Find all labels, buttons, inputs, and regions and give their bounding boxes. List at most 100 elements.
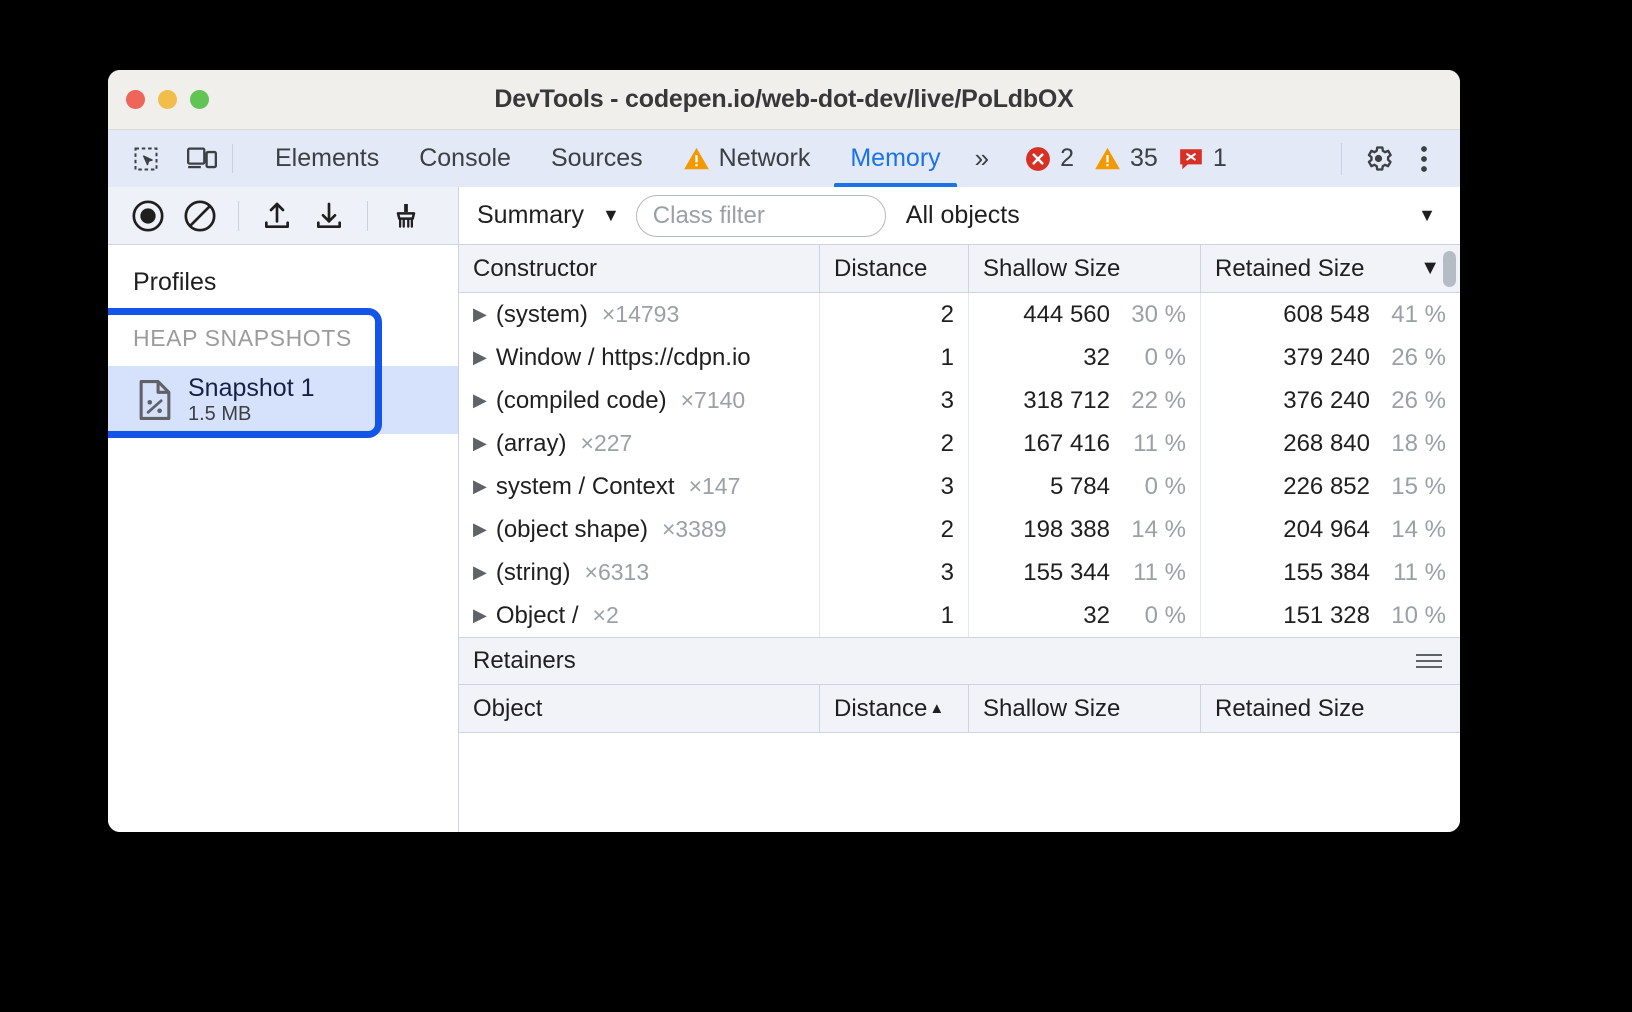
tab-network[interactable]: Network (663, 130, 831, 187)
window-titlebar: DevTools - codepen.io/web-dot-dev/live/P… (108, 70, 1460, 130)
sort-ascending-icon: ▲ (929, 700, 944, 717)
retained-size-percent: 11 % (1384, 559, 1446, 587)
tabbar-divider (232, 144, 233, 173)
expand-triangle-icon[interactable]: ▶ (473, 562, 487, 583)
cell-constructor: ▶ (array) ×227 (459, 422, 820, 465)
retained-size-value: 608 548 (1283, 301, 1370, 329)
class-filter-input[interactable] (636, 195, 886, 237)
retained-size-percent: 41 % (1384, 301, 1446, 329)
shallow-size-value: 444 560 (1023, 301, 1110, 329)
table-row[interactable]: ▶ system / Context ×147 3 5 784 0 % 226 … (459, 465, 1460, 508)
record-heap-snapshot-button[interactable] (124, 192, 172, 240)
cell-constructor: ▶ system / Context ×147 (459, 465, 820, 508)
inspect-element-icon[interactable] (126, 139, 166, 179)
issues-counter[interactable]: 1 (1172, 144, 1233, 173)
retained-size-percent: 26 % (1384, 387, 1446, 415)
hamburger-menu-icon[interactable] (1416, 654, 1442, 668)
tabbar-left-icons (108, 130, 222, 187)
issues-count: 1 (1213, 144, 1227, 173)
column-header-constructor[interactable]: Constructor (459, 245, 820, 292)
error-count: 2 (1060, 144, 1074, 173)
heap-snapshots-section-header: HEAP SNAPSHOTS (108, 297, 458, 352)
table-row[interactable]: ▶ (array) ×227 2 167 416 11 % 268 840 18… (459, 422, 1460, 465)
console-message-icon (1178, 146, 1204, 172)
table-row[interactable]: ▶ (object shape) ×3389 2 198 388 14 % 20… (459, 508, 1460, 551)
expand-triangle-icon[interactable]: ▶ (473, 304, 487, 325)
snapshot-size: 1.5 MB (188, 403, 315, 426)
column-header-object[interactable]: Object (459, 685, 820, 732)
panel-tabs: Elements Console Sources Network (255, 130, 961, 187)
expand-triangle-icon[interactable]: ▶ (473, 390, 487, 411)
column-header-retained-size[interactable]: Retained Size ▼ (1201, 245, 1460, 292)
cell-retained-size: 151 328 10 % (1201, 594, 1460, 637)
retained-size-value: 268 840 (1283, 430, 1370, 458)
tab-sources[interactable]: Sources (531, 130, 663, 187)
view-select-label[interactable]: Summary (477, 201, 584, 230)
column-header-retainer-retained-size[interactable]: Retained Size (1201, 685, 1460, 732)
shallow-size-percent: 14 % (1124, 516, 1186, 544)
vertical-scrollbar[interactable] (1443, 251, 1456, 287)
retained-size-percent: 14 % (1384, 516, 1446, 544)
constructors-grid-header: Constructor Distance Shallow Size Retain… (459, 245, 1460, 293)
device-toolbar-icon[interactable] (182, 139, 222, 179)
more-tabs-chevron-icon[interactable]: » (961, 130, 1003, 187)
sort-descending-icon: ▼ (1420, 257, 1440, 280)
error-counter[interactable]: 2 (1019, 144, 1080, 173)
expand-triangle-icon[interactable]: ▶ (473, 605, 487, 626)
constructor-count: ×7140 (681, 387, 746, 414)
retainers-title: Retainers (473, 647, 576, 675)
cell-retained-size: 155 384 11 % (1201, 551, 1460, 594)
tab-memory[interactable]: Memory (830, 130, 960, 187)
chevron-down-icon[interactable]: ▼ (602, 205, 620, 226)
clear-profiles-button[interactable] (176, 192, 224, 240)
objects-select-label[interactable]: All objects (906, 201, 1020, 230)
save-profile-button[interactable] (305, 192, 353, 240)
load-profile-button[interactable] (253, 192, 301, 240)
table-row[interactable]: ▶ (string) ×6313 3 155 344 11 % 155 384 … (459, 551, 1460, 594)
shallow-size-value: 155 344 (1023, 559, 1110, 587)
table-row[interactable]: ▶ (compiled code) ×7140 3 318 712 22 % 3… (459, 379, 1460, 422)
table-row[interactable]: ▶ Object / ×2 1 32 0 % 151 328 10 % (459, 594, 1460, 637)
column-header-retainer-shallow-size[interactable]: Shallow Size (969, 685, 1201, 732)
constructors-grid: Constructor Distance Shallow Size Retain… (459, 245, 1460, 638)
constructor-count: ×14793 (602, 301, 679, 328)
tab-elements[interactable]: Elements (255, 130, 399, 187)
chevron-down-icon-right[interactable]: ▼ (1418, 205, 1436, 226)
error-circle-icon (1025, 146, 1051, 172)
tab-sources-label: Sources (551, 144, 643, 173)
more-options-icon[interactable] (1404, 139, 1444, 179)
constructor-name: system / Context (496, 473, 675, 501)
window-title: DevTools - codepen.io/web-dot-dev/live/P… (108, 85, 1460, 114)
expand-triangle-icon[interactable]: ▶ (473, 519, 487, 540)
table-row[interactable]: ▶ (system) ×14793 2 444 560 30 % 608 548… (459, 293, 1460, 336)
cell-distance: 3 (820, 379, 969, 422)
column-header-retainer-distance[interactable]: Distance ▲ (820, 685, 969, 732)
tab-console[interactable]: Console (399, 130, 531, 187)
snapshot-name: Snapshot 1 (188, 374, 315, 403)
column-header-retained-size-label: Retained Size (1215, 255, 1364, 283)
constructor-name: (object shape) (496, 516, 648, 544)
warning-counter[interactable]: 35 (1088, 144, 1164, 173)
tabbar-right-icons (1331, 130, 1460, 187)
expand-triangle-icon[interactable]: ▶ (473, 476, 487, 497)
cell-distance: 1 (820, 336, 969, 379)
shallow-size-percent: 30 % (1124, 301, 1186, 329)
cell-shallow-size: 444 560 30 % (969, 293, 1201, 336)
cell-retained-size: 204 964 14 % (1201, 508, 1460, 551)
table-row[interactable]: ▶ Window / https://cdpn.io 1 32 0 % 379 … (459, 336, 1460, 379)
constructor-name: (system) (496, 301, 588, 329)
expand-triangle-icon[interactable]: ▶ (473, 433, 487, 454)
expand-triangle-icon[interactable]: ▶ (473, 347, 487, 368)
constructor-count: ×3389 (662, 516, 727, 543)
column-header-shallow-size[interactable]: Shallow Size (969, 245, 1201, 292)
constructors-grid-body: ▶ (system) ×14793 2 444 560 30 % 608 548… (459, 293, 1460, 638)
retained-size-value: 226 852 (1283, 473, 1370, 501)
column-header-distance[interactable]: Distance (820, 245, 969, 292)
sidebar-item-snapshot-1[interactable]: Snapshot 1 1.5 MB (108, 366, 458, 434)
collect-garbage-button[interactable] (382, 192, 430, 240)
tab-elements-label: Elements (275, 144, 379, 173)
gear-icon[interactable] (1358, 139, 1398, 179)
summary-toolbar: Summary ▼ All objects ▼ (459, 187, 1460, 244)
retainers-section-header: Retainers (459, 638, 1460, 685)
cell-constructor: ▶ (system) ×14793 (459, 293, 820, 336)
